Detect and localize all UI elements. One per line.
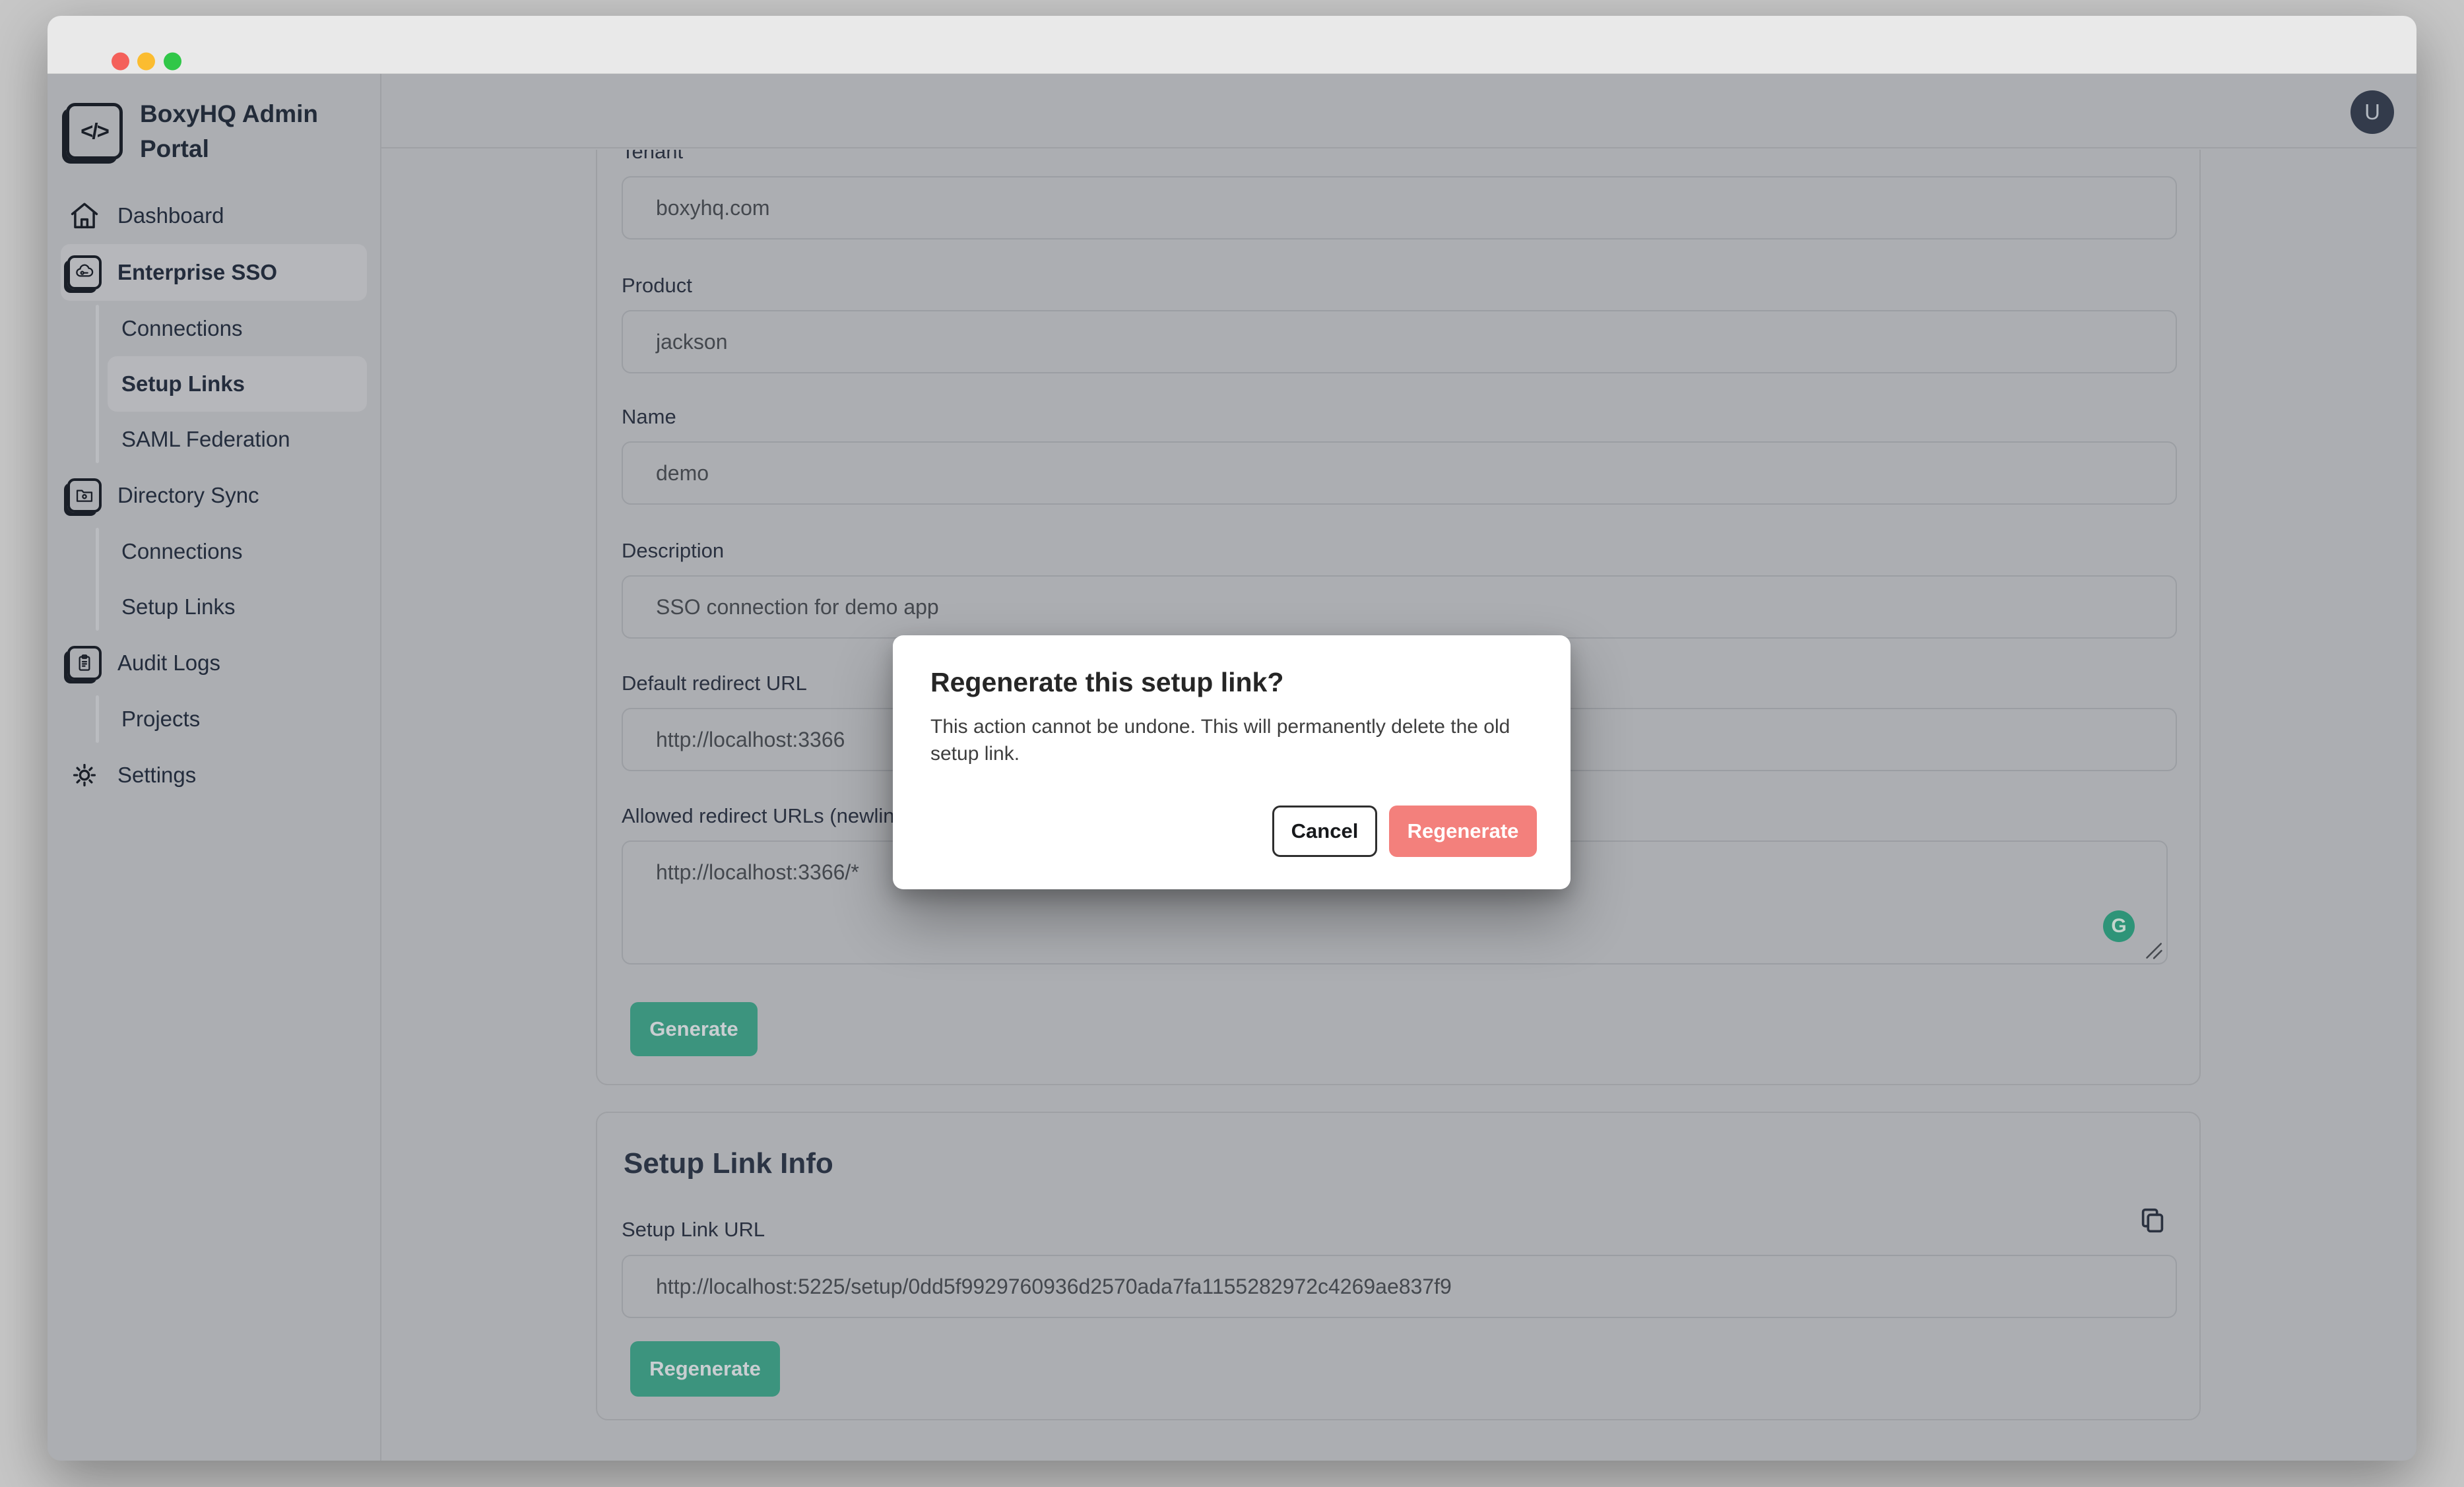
sidebar-item-label: Audit Logs <box>117 650 220 676</box>
product-label: Product <box>622 272 692 299</box>
sidebar-item-label: Directory Sync <box>117 483 259 508</box>
sidebar-item-label: Connections <box>121 539 242 564</box>
description-input[interactable]: SSO connection for demo app <box>622 575 2177 639</box>
boxyhq-logo-icon: </> <box>66 103 123 160</box>
sidebar-subgroup-sso: Connections Setup Links SAML Federation <box>48 301 380 467</box>
default-redirect-url-label: Default redirect URL <box>622 670 807 697</box>
sidebar-item-settings[interactable]: Settings <box>61 747 367 804</box>
sidebar-nav: Dashboard Enterprise SSO Connections <box>48 187 380 804</box>
cancel-button[interactable]: Cancel <box>1272 806 1377 857</box>
setup-link-info-card: Setup Link Info Setup Link URL http://lo… <box>596 1112 2201 1420</box>
desktop-background: </> BoxyHQ Admin Portal Dashboard <box>0 0 2464 1487</box>
sidebar-item-label: Settings <box>117 763 196 788</box>
zoom-window-button[interactable] <box>164 53 181 71</box>
name-input[interactable]: demo <box>622 441 2177 505</box>
sidebar-item-label: Setup Links <box>121 594 235 619</box>
sidebar-item-saml-federation[interactable]: SAML Federation <box>108 412 367 467</box>
sidebar-item-dashboard[interactable]: Dashboard <box>61 187 367 244</box>
allowed-redirect-urls-value: http://localhost:3366/* <box>656 860 859 884</box>
sidebar-item-audit-logs[interactable]: Audit Logs <box>61 635 367 691</box>
tenant-value: boxyhq.com <box>656 196 770 220</box>
description-value: SSO connection for demo app <box>656 595 939 619</box>
brand: </> BoxyHQ Admin Portal <box>48 74 380 166</box>
tenant-label: Tenant <box>622 150 683 165</box>
regenerate-button[interactable]: Regenerate <box>630 1341 780 1397</box>
description-label: Description <box>622 538 724 564</box>
sidebar-item-label: Setup Links <box>121 371 245 396</box>
default-redirect-url-value: http://localhost:3366 <box>656 728 845 752</box>
sidebar-item-enterprise-sso[interactable]: Enterprise SSO <box>61 244 367 301</box>
sidebar-item-label: Dashboard <box>117 203 224 228</box>
sidebar-item-directory-sync[interactable]: Directory Sync <box>61 467 367 524</box>
brand-title: BoxyHQ Admin Portal <box>140 96 338 166</box>
modal-body-text: This action cannot be undone. This will … <box>930 713 1528 767</box>
directory-folder-icon <box>66 477 103 514</box>
setup-link-url-input[interactable]: http://localhost:5225/setup/0dd5f9929760… <box>622 1255 2177 1318</box>
sidebar-item-label: Enterprise SSO <box>117 260 277 285</box>
sidebar-subgroup-audit: Projects <box>48 691 380 747</box>
home-icon <box>66 197 103 234</box>
minimize-window-button[interactable] <box>137 53 155 71</box>
product-value: jackson <box>656 330 728 354</box>
top-header: U <box>381 74 2416 148</box>
setup-link-form-card: Tenant boxyhq.com Product jackson Name d… <box>596 150 2201 1085</box>
sidebar-item-sso-setup-links[interactable]: Setup Links <box>108 356 367 412</box>
sidebar: </> BoxyHQ Admin Portal Dashboard <box>48 74 381 1461</box>
regenerate-confirm-modal: Regenerate this setup link? This action … <box>893 635 1571 889</box>
sidebar-item-projects[interactable]: Projects <box>108 691 367 747</box>
textarea-resize-handle[interactable] <box>2141 938 2164 961</box>
setup-link-info-heading: Setup Link Info <box>624 1147 833 1180</box>
name-label: Name <box>622 404 676 430</box>
sidebar-item-label: Connections <box>121 316 242 341</box>
setup-link-url-label: Setup Link URL <box>622 1217 765 1243</box>
sidebar-item-dsync-setup-links[interactable]: Setup Links <box>108 579 367 635</box>
product-input[interactable]: jackson <box>622 310 2177 373</box>
audit-clipboard-icon <box>66 645 103 681</box>
gear-icon <box>66 757 103 794</box>
generate-button[interactable]: Generate <box>630 1002 758 1056</box>
sidebar-item-sso-connections[interactable]: Connections <box>108 301 367 356</box>
sidebar-subgroup-dsync: Connections Setup Links <box>48 524 380 635</box>
setup-link-url-value: http://localhost:5225/setup/0dd5f9929760… <box>656 1275 1452 1299</box>
sidebar-item-label: SAML Federation <box>121 427 290 452</box>
sidebar-item-label: Projects <box>121 707 200 732</box>
modal-regenerate-button[interactable]: Regenerate <box>1389 806 1537 857</box>
modal-title: Regenerate this setup link? <box>930 667 1283 698</box>
window-titlebar <box>48 16 2416 74</box>
avatar[interactable]: U <box>2351 90 2394 134</box>
sidebar-item-dsync-connections[interactable]: Connections <box>108 524 367 579</box>
tenant-input[interactable]: boxyhq.com <box>622 176 2177 239</box>
sso-cloud-key-icon <box>66 254 103 291</box>
name-value: demo <box>656 461 709 486</box>
copy-icon[interactable] <box>2137 1205 2168 1236</box>
grammarly-icon[interactable]: G <box>2103 910 2135 942</box>
close-window-button[interactable] <box>112 53 129 71</box>
